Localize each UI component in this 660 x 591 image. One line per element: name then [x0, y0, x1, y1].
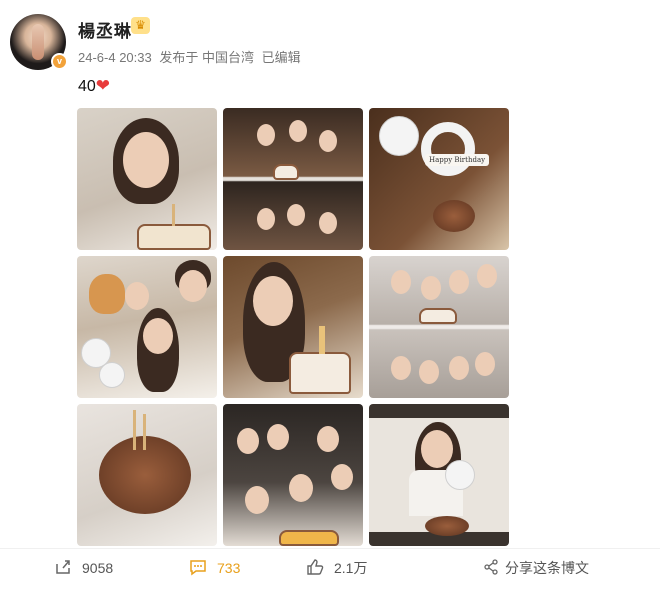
repost-count: 9058 — [82, 560, 114, 576]
photo-face — [267, 424, 289, 450]
verified-badge-icon: v — [51, 53, 68, 70]
photo-candle — [143, 414, 146, 450]
repost-button[interactable]: 9058 — [54, 557, 113, 579]
photo-cake — [419, 308, 457, 324]
post-date[interactable]: 24-6-4 20:33 — [78, 50, 152, 65]
photo-4[interactable] — [77, 256, 217, 398]
photo-3[interactable]: Happy Birthday — [369, 108, 509, 250]
photo-6[interactable] — [369, 256, 509, 398]
photo-candle — [172, 204, 175, 226]
photo-face — [237, 428, 259, 454]
photo-face — [331, 464, 353, 490]
photo-9[interactable] — [369, 404, 509, 546]
photo-cake — [425, 516, 469, 536]
post-meta: 24-6-4 20:33 发布于 中国台湾 已编辑 — [78, 47, 305, 66]
photo-face — [287, 204, 305, 226]
photo-face — [391, 270, 411, 294]
photo-balloon — [99, 362, 125, 388]
photo-face — [143, 318, 173, 354]
photo-8[interactable] — [223, 404, 363, 546]
photo-cake — [273, 164, 299, 180]
photo-7[interactable] — [77, 404, 217, 546]
heart-emoji: ❤ — [95, 76, 111, 95]
photo-balloon — [445, 460, 475, 490]
photo-face — [317, 426, 339, 452]
photo-face — [475, 352, 495, 376]
comment-icon — [189, 558, 207, 579]
like-count: 2.1万 — [334, 560, 368, 576]
share-label: 分享这条博文 — [505, 560, 589, 576]
comment-button[interactable]: 733 — [189, 557, 240, 579]
dog — [89, 274, 125, 314]
photo-face — [421, 430, 453, 468]
post-text-content: 40 — [78, 78, 96, 95]
share-icon — [483, 558, 499, 578]
post-action-bar: 9058 733 2.1万 分享这条博文 — [0, 548, 660, 588]
photo-face — [257, 124, 275, 146]
photo-subject-face — [123, 132, 169, 188]
post-edited[interactable]: 已编辑 — [262, 50, 301, 65]
post-text: 40❤ — [78, 76, 110, 96]
photo-2[interactable] — [223, 108, 363, 250]
photo-face — [253, 276, 293, 326]
photo-grid: Happy Birthday — [77, 108, 513, 546]
username[interactable]: 楊丞琳 — [78, 17, 132, 42]
birthday-topper: Happy Birthday — [425, 154, 490, 166]
photo-cake — [433, 200, 475, 232]
photo-face — [391, 356, 411, 380]
photo-face — [289, 474, 313, 502]
photo-face — [421, 276, 441, 300]
photo-cake — [137, 224, 211, 250]
photo-1[interactable] — [77, 108, 217, 250]
repost-icon — [54, 558, 72, 579]
photo-face — [179, 270, 207, 302]
photo-balloon-zero — [421, 122, 475, 176]
thumbs-up-icon — [306, 558, 324, 579]
photo-candle — [133, 410, 136, 450]
photo-cake — [289, 352, 351, 394]
photo-face — [449, 356, 469, 380]
crown-icon[interactable]: ♛ — [131, 17, 150, 34]
photo-face — [477, 264, 497, 288]
photo-candle — [319, 326, 325, 354]
post-location: 发布于 中国台湾 — [159, 50, 254, 65]
photo-balloon — [379, 116, 419, 156]
avatar-figure — [32, 24, 44, 60]
photo-face — [419, 360, 439, 384]
like-button[interactable]: 2.1万 — [306, 557, 367, 579]
share-button[interactable]: 分享这条博文 — [483, 557, 589, 579]
photo-face — [449, 270, 469, 294]
photo-cake — [279, 530, 339, 546]
photo-5[interactable] — [223, 256, 363, 398]
photo-face — [319, 212, 337, 234]
photo-face — [319, 130, 337, 152]
photo-face — [125, 282, 149, 310]
photo-face — [289, 120, 307, 142]
post-header: v 楊丞琳 ♛ 24-6-4 20:33 发布于 中国台湾 已编辑 — [0, 0, 660, 80]
photo-face — [245, 486, 269, 514]
comment-count: 733 — [217, 560, 241, 576]
photo-face — [257, 208, 275, 230]
